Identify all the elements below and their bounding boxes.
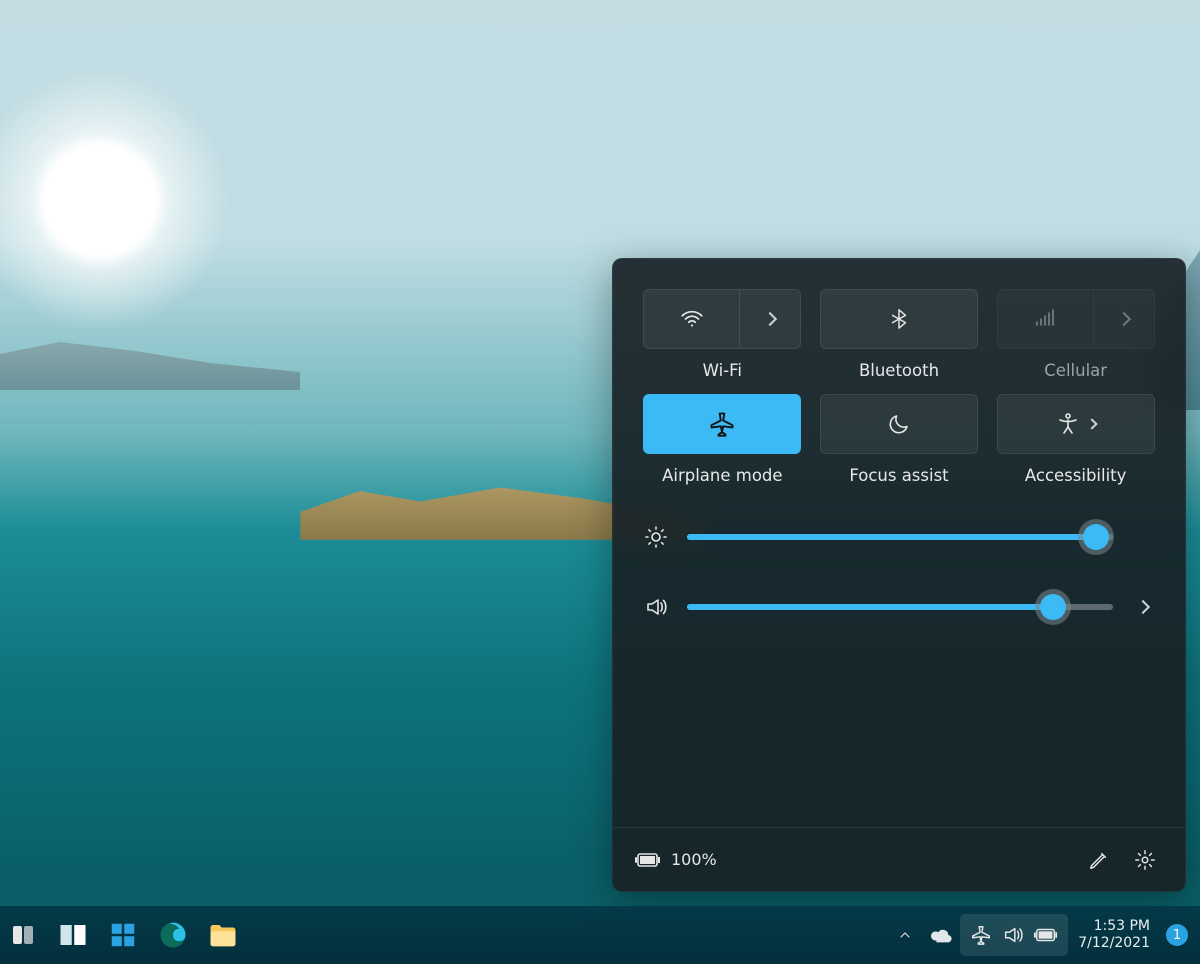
wifi-icon	[679, 306, 705, 332]
taskbar-systray: 1:53 PM 7/12/2021 1	[888, 912, 1194, 958]
task-view-icon	[58, 920, 88, 950]
wifi-toggle[interactable]	[643, 289, 801, 349]
notification-count: 1	[1173, 928, 1181, 943]
wifi-label: Wi-Fi	[703, 361, 742, 380]
taskbar: 1:53 PM 7/12/2021 1	[0, 906, 1200, 964]
brightness-row	[643, 525, 1155, 549]
taskbar-date: 7/12/2021	[1078, 935, 1150, 952]
volume-output-selector[interactable]	[1131, 602, 1155, 612]
bluetooth-toggle[interactable]	[820, 289, 978, 349]
edge-icon	[158, 920, 188, 950]
onedrive-tray[interactable]	[924, 912, 958, 958]
volume-icon	[1002, 924, 1024, 946]
taskbar-time: 1:53 PM	[1078, 918, 1150, 935]
folder-icon	[208, 921, 238, 949]
wifi-more[interactable]	[739, 290, 800, 348]
widgets-button[interactable]	[0, 912, 46, 958]
battery-status[interactable]: 100%	[635, 850, 717, 870]
file-explorer-app[interactable]	[200, 912, 246, 958]
accessibility-toggle[interactable]	[997, 394, 1155, 454]
bluetooth-label: Bluetooth	[859, 361, 939, 380]
quick-settings-grid: Wi-Fi Bluetooth C	[613, 259, 1185, 495]
quick-settings-tray-button[interactable]	[960, 914, 1068, 956]
battery-text: 100%	[671, 850, 717, 869]
quick-settings-panel: Wi-Fi Bluetooth C	[612, 258, 1186, 892]
airplane-toggle[interactable]	[643, 394, 801, 454]
chevron-up-icon	[897, 927, 913, 943]
tile-airplane: Airplane mode	[643, 394, 802, 485]
volume-row	[643, 595, 1155, 619]
battery-charging-icon	[635, 850, 661, 870]
taskbar-clock[interactable]: 1:53 PM 7/12/2021	[1070, 918, 1158, 952]
widgets-icon	[11, 923, 35, 947]
edge-app[interactable]	[150, 912, 196, 958]
chevron-right-icon	[1136, 600, 1150, 614]
cellular-toggle-main[interactable]	[998, 290, 1093, 348]
tile-wifi: Wi-Fi	[643, 289, 802, 380]
windows-start-icon	[108, 920, 138, 950]
taskbar-pinned-apps	[6, 912, 246, 958]
focus-toggle[interactable]	[820, 394, 978, 454]
volume-fill	[687, 604, 1053, 610]
wifi-toggle-main[interactable]	[644, 290, 739, 348]
quick-settings-footer: 100%	[613, 827, 1185, 891]
moon-icon	[887, 412, 911, 436]
volume-thumb[interactable]	[1040, 594, 1066, 620]
task-view-button[interactable]	[50, 912, 96, 958]
chevron-right-icon	[763, 312, 777, 326]
quick-settings-sliders	[613, 495, 1185, 629]
accessibility-label: Accessibility	[1025, 466, 1127, 485]
tile-focus: Focus assist	[820, 394, 979, 485]
pencil-icon	[1088, 849, 1110, 871]
bluetooth-icon	[888, 306, 910, 332]
accessibility-icon	[1056, 412, 1080, 436]
cellular-toggle[interactable]	[997, 289, 1155, 349]
notification-center-button[interactable]: 1	[1166, 924, 1188, 946]
tile-cellular: Cellular	[996, 289, 1155, 380]
volume-slider[interactable]	[687, 604, 1113, 610]
cellular-signal-icon	[1033, 307, 1057, 331]
airplane-icon	[708, 410, 736, 438]
cloud-icon	[930, 927, 952, 943]
airplane-icon	[970, 924, 992, 946]
airplane-label: Airplane mode	[662, 466, 782, 485]
settings-button[interactable]	[1127, 842, 1163, 878]
chevron-right-icon	[1117, 312, 1131, 326]
chevron-right-icon	[1086, 418, 1097, 429]
brightness-icon	[643, 525, 669, 549]
tile-bluetooth: Bluetooth	[820, 289, 979, 380]
start-button[interactable]	[100, 912, 146, 958]
edit-quick-settings-button[interactable]	[1081, 842, 1117, 878]
gear-icon	[1134, 849, 1156, 871]
cellular-label: Cellular	[1044, 361, 1107, 380]
brightness-thumb[interactable]	[1083, 524, 1109, 550]
volume-icon	[643, 595, 669, 619]
tile-accessibility: Accessibility	[996, 394, 1155, 485]
tray-overflow-button[interactable]	[888, 912, 922, 958]
brightness-slider[interactable]	[687, 534, 1113, 540]
focus-label: Focus assist	[849, 466, 948, 485]
brightness-fill	[687, 534, 1096, 540]
cellular-more[interactable]	[1093, 290, 1154, 348]
battery-charging-icon	[1034, 926, 1058, 944]
